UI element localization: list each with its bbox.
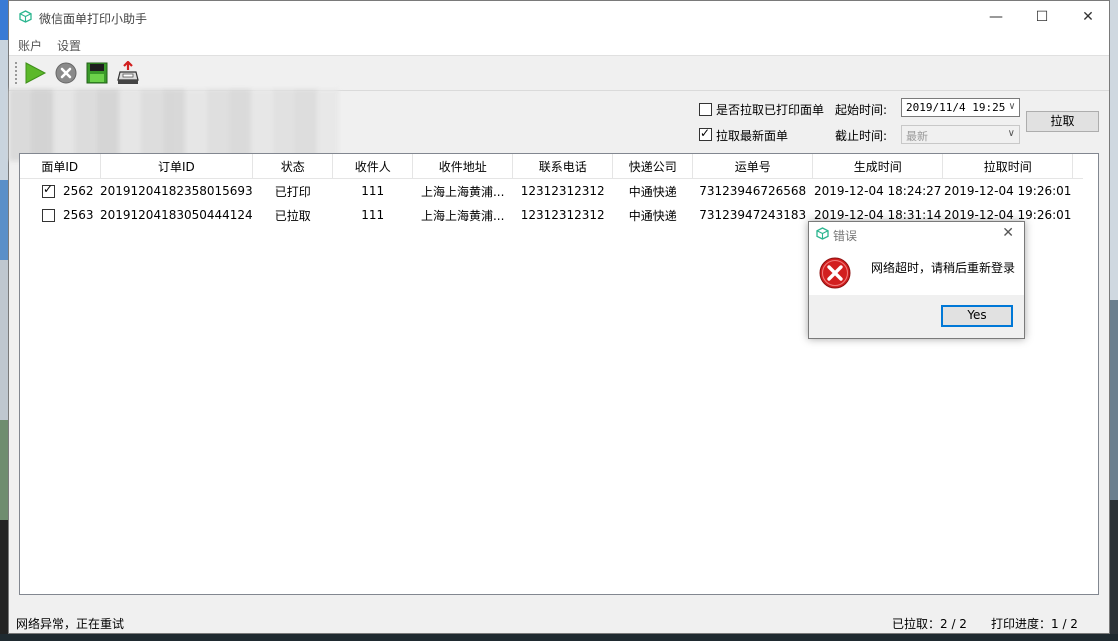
cell-pulled: 2019-12-04 19:26:01 — [943, 184, 1072, 198]
col-header[interactable]: 运单号 — [692, 154, 814, 179]
cell-order-id: 20191204183050444124 — [100, 208, 253, 222]
row-checkbox[interactable] — [42, 209, 55, 222]
cell-courier: 中通快递 — [628, 208, 677, 223]
pull-button[interactable]: 拉取 — [1026, 111, 1099, 132]
col-header-filler — [1072, 154, 1083, 179]
cell-address: 上海上海黄浦... — [420, 208, 505, 223]
end-time-value: 最新 — [906, 130, 928, 143]
yes-button[interactable]: Yes — [941, 305, 1013, 327]
app-cube-icon — [816, 227, 829, 240]
include-printed-checkbox[interactable] — [699, 103, 712, 116]
chevron-down-icon: ∨ — [1008, 101, 1015, 112]
cell-tracking: 73123947243183 — [699, 208, 807, 222]
toolbar — [9, 55, 1109, 91]
cell-phone: 12312312312 — [520, 208, 605, 222]
printer-icon[interactable] — [116, 61, 140, 85]
cell-courier: 中通快递 — [628, 184, 677, 199]
menu-account[interactable]: 账户 — [18, 37, 42, 54]
cell-tracking: 73123946726568 — [699, 184, 807, 198]
cell-address: 上海上海黄浦... — [420, 184, 505, 199]
col-header[interactable]: 面单ID — [20, 154, 101, 179]
menu-settings[interactable]: 设置 — [57, 37, 81, 54]
pull-latest-label: 拉取最新面单 — [716, 129, 789, 143]
col-header[interactable]: 生成时间 — [812, 154, 944, 179]
cell-status: 已打印 — [274, 184, 311, 199]
orders-grid: 面单ID 订单ID 状态 收件人 收件地址 联系电话 快递公司 运单号 生成时间… — [20, 154, 1083, 227]
col-header[interactable]: 快递公司 — [612, 154, 694, 179]
row-checkbox[interactable] — [42, 182, 55, 198]
cell-order-id: 20191204182358015693 — [100, 184, 253, 198]
table-header: 面单ID 订单ID 状态 收件人 收件地址 联系电话 快递公司 运单号 生成时间… — [20, 154, 1083, 179]
cell-id: 2562 — [63, 184, 94, 198]
save-icon[interactable] — [85, 61, 109, 85]
menu-bar: 账户 设置 — [9, 34, 1109, 55]
desktop-bottom-edge — [0, 634, 1118, 641]
maximize-button[interactable]: ☐ — [1019, 1, 1065, 34]
error-icon — [819, 257, 851, 289]
app-cube-icon — [19, 10, 32, 23]
dialog-close-button[interactable]: ✕ — [1002, 225, 1014, 241]
cell-id: 2563 — [63, 208, 94, 222]
error-dialog: 错误 ✕ 网络超时，请稍后重新登录 Yes — [808, 221, 1025, 339]
col-header[interactable]: 联系电话 — [512, 154, 614, 179]
end-time-picker[interactable]: 最新 ∨ — [901, 125, 1020, 144]
dialog-message: 网络超时，请稍后重新登录 — [871, 261, 1016, 275]
chevron-down-icon: ∨ — [1007, 128, 1015, 139]
start-time-value: 2019/11/4 19:25 — [906, 101, 1006, 114]
include-printed-label: 是否拉取已打印面单 — [716, 103, 825, 117]
col-header[interactable]: 拉取时间 — [942, 154, 1074, 179]
col-header[interactable]: 收件人 — [332, 154, 414, 179]
window-title: 微信面单打印小助手 — [39, 12, 148, 26]
cell-created: 2019-12-04 18:24:27 — [813, 184, 942, 198]
obscured-region — [9, 89, 339, 161]
toolbar-grip[interactable] — [15, 62, 17, 86]
cell-phone: 12312312312 — [520, 184, 605, 198]
desktop-right-edge — [1110, 0, 1118, 641]
col-header[interactable]: 收件地址 — [412, 154, 514, 179]
cell-recipient: 111 — [361, 208, 385, 222]
stop-icon[interactable] — [54, 61, 78, 85]
title-bar: 微信面单打印小助手 — ☐ ✕ — [9, 1, 1109, 34]
orders-table: 面单ID 订单ID 状态 收件人 收件地址 联系电话 快递公司 运单号 生成时间… — [19, 153, 1099, 595]
pull-latest-checkbox[interactable] — [699, 126, 712, 141]
end-time-label: 截止时间: — [835, 129, 888, 143]
cell-status: 已拉取 — [274, 208, 311, 223]
start-time-label: 起始时间: — [835, 103, 888, 117]
col-header[interactable]: 状态 — [252, 154, 334, 179]
table-row[interactable]: 2562 20191204182358015693 已打印 111 上海上海黄浦… — [20, 179, 1083, 204]
cell-recipient: 111 — [361, 184, 385, 198]
dialog-footer: Yes — [809, 295, 1024, 338]
print-progress: 打印进度：1 / 2 — [991, 617, 1078, 631]
play-icon[interactable] — [23, 61, 47, 85]
status-bar: 网络异常，正在重试 已拉取：2 / 2 打印进度：1 / 2 — [9, 609, 1109, 634]
col-header[interactable]: 订单ID — [100, 154, 254, 179]
dialog-title: 错误 — [833, 229, 858, 243]
start-time-picker[interactable]: 2019/11/4 19:25 ∨ — [901, 98, 1020, 117]
pulled-count: 已拉取：2 / 2 — [892, 617, 967, 631]
close-button[interactable]: ✕ — [1065, 1, 1111, 34]
status-message: 网络异常，正在重试 — [16, 617, 125, 631]
minimize-button[interactable]: — — [973, 1, 1019, 34]
